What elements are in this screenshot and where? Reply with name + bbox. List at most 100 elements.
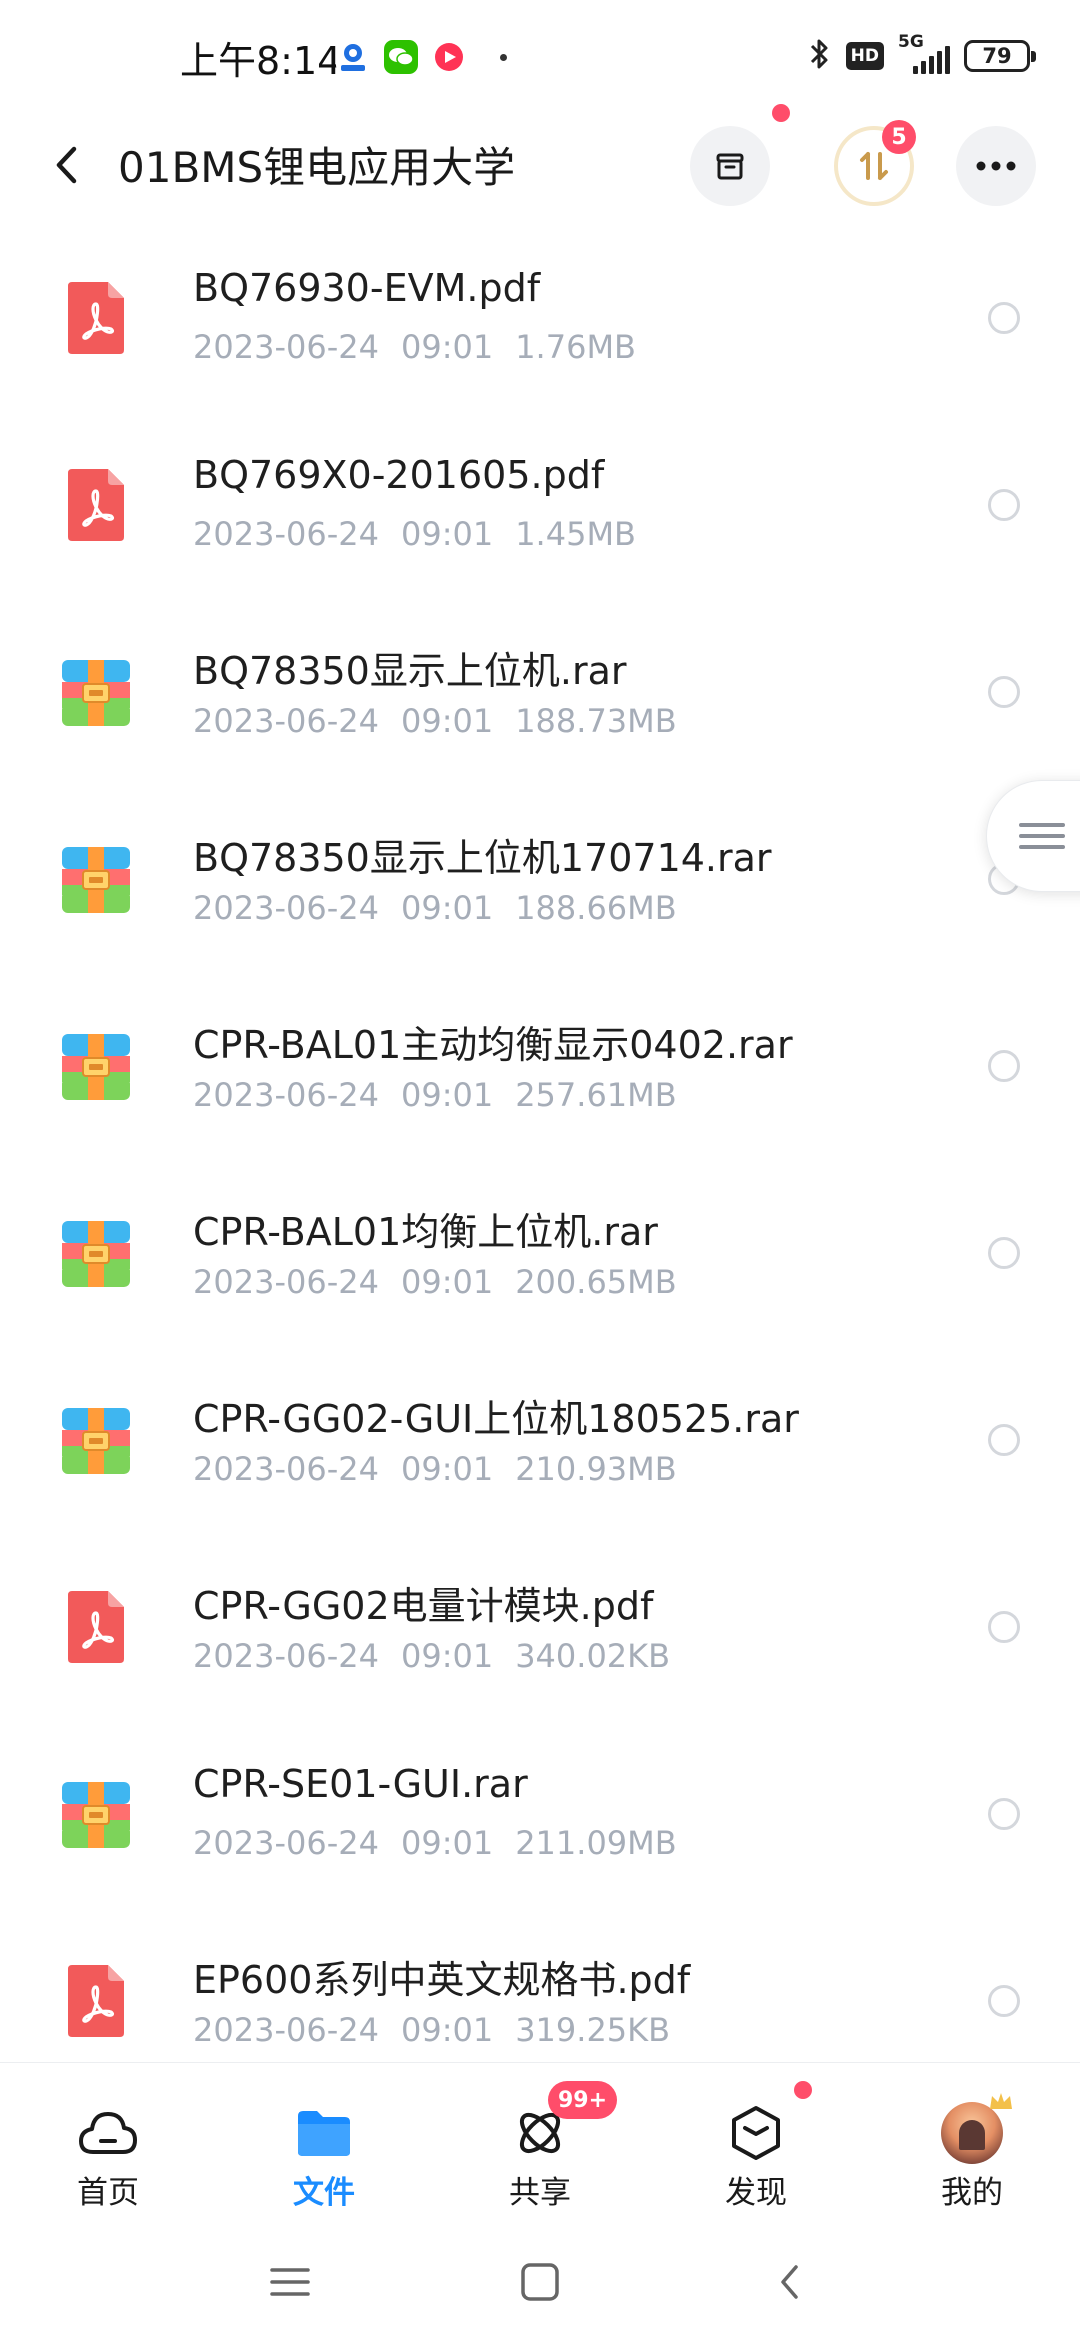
nav-item-discover[interactable]: 发现 <box>686 2063 826 2223</box>
more-button[interactable] <box>956 126 1036 206</box>
file-row[interactable]: CPR-SE01-GUI.rar 2023-06-24 09:01 211.09MB <box>0 1728 1080 1915</box>
file-row[interactable]: CPR-BAL01均衡上位机.rar 2023-06-24 09:01 200.65M… <box>0 1167 1080 1354</box>
transfer-arrows-icon <box>860 152 888 180</box>
square-home-icon <box>521 2263 559 2301</box>
file-meta: 2023-06-24 09:01 319.25KB <box>193 2011 670 2049</box>
select-radio[interactable] <box>988 1050 1020 1082</box>
share-count-badge: 99+ <box>548 2081 618 2119</box>
file-size: 319.25KB <box>515 2011 671 2049</box>
rar-archive-icon <box>62 843 130 915</box>
signal-icon: 5G <box>898 32 950 76</box>
nav-item-share[interactable]: 99+ 共享 <box>470 2063 618 2223</box>
file-size: 340.02KB <box>515 1637 671 1675</box>
discover-notification-dot <box>794 2081 812 2099</box>
file-date: 2023-06-24 <box>193 1637 379 1675</box>
file-date: 2023-06-24 <box>193 328 379 366</box>
select-radio[interactable] <box>988 1798 1020 1830</box>
file-meta: 2023-06-24 09:01 188.66MB <box>193 889 677 927</box>
nav-label-files: 文件 <box>293 2175 355 2211</box>
hd-badge: HD <box>845 42 884 70</box>
file-name: BQ76930-EVM.pdf <box>193 266 541 310</box>
system-back-button[interactable] <box>758 2250 822 2314</box>
file-size: 1.45MB <box>515 515 636 553</box>
file-date: 2023-06-24 <box>193 1824 379 1862</box>
file-name: CPR-GG02电量计模块.pdf <box>193 1584 654 1628</box>
header: 01BMS锂电应用大学 5 <box>0 104 1080 220</box>
file-time: 09:01 <box>400 1076 494 1114</box>
file-time: 09:01 <box>400 515 494 553</box>
nav-label-discover: 发现 <box>725 2175 787 2211</box>
select-radio[interactable] <box>988 676 1020 708</box>
chevron-left-icon <box>781 2265 798 2299</box>
file-name: CPR-BAL01主动均衡显示0402.rar <box>193 1023 793 1067</box>
nav-item-home[interactable]: 首页 <box>38 2063 178 2223</box>
select-radio[interactable] <box>988 1424 1020 1456</box>
file-meta: 2023-06-24 09:01 188.73MB <box>193 702 677 740</box>
file-meta: 2023-06-24 09:01 1.76MB <box>193 328 636 366</box>
file-time: 09:01 <box>400 1263 494 1301</box>
folder-icon <box>292 2101 356 2165</box>
file-name: EP600系列中英文规格书.pdf <box>193 1958 691 2002</box>
file-date: 2023-06-24 <box>193 702 379 740</box>
discover-cube-icon <box>724 2101 788 2165</box>
file-row[interactable]: BQ76930-EVM.pdf 2023-06-24 09:01 1.76MB <box>0 232 1080 419</box>
transfer-list-button[interactable]: 5 <box>834 120 916 206</box>
select-radio[interactable] <box>988 489 1020 521</box>
file-row[interactable]: BQ769X0-201605.pdf 2023-06-24 09:01 1.45MB <box>0 419 1080 606</box>
back-button[interactable] <box>40 138 94 192</box>
status-bar: 上午8:14 HD 5G 79 <box>0 0 1080 110</box>
pdf-file-icon <box>62 1965 130 2037</box>
more-notifications-dot <box>500 54 507 61</box>
file-size: 188.66MB <box>515 889 677 927</box>
archive-notification-dot <box>772 104 790 122</box>
cloud-home-icon <box>76 2101 140 2165</box>
file-time: 09:01 <box>400 328 494 366</box>
file-list: BQ76930-EVM.pdf 2023-06-24 09:01 1.76MB BQ7… <box>0 232 1080 2062</box>
file-size: 211.09MB <box>515 1824 677 1862</box>
menu-lines-icon <box>270 2268 310 2296</box>
file-meta: 2023-06-24 09:01 340.02KB <box>193 1637 670 1675</box>
file-row[interactable]: BQ78350显示上位机170714.rar 2023-06-24 09:01 188… <box>0 793 1080 980</box>
archive-box-icon <box>716 153 744 180</box>
rar-archive-icon <box>62 1030 130 1102</box>
vip-crown-icon <box>990 2093 1012 2109</box>
bluetooth-icon <box>808 36 832 76</box>
transfer-count-badge: 5 <box>882 120 916 154</box>
select-radio[interactable] <box>988 1237 1020 1269</box>
select-radio[interactable] <box>988 302 1020 334</box>
file-meta: 2023-06-24 09:01 1.45MB <box>193 515 636 553</box>
file-row[interactable]: BQ78350显示上位机.rar 2023-06-24 09:01 188.73MB <box>0 606 1080 793</box>
page-title: 01BMS锂电应用大学 <box>118 143 516 192</box>
file-row[interactable]: CPR-GG02-GUI上位机180525.rar 2023-06-24 09:01… <box>0 1354 1080 1541</box>
nav-item-files[interactable]: 文件 <box>254 2063 394 2223</box>
file-date: 2023-06-24 <box>193 515 379 553</box>
recents-button[interactable] <box>258 2250 322 2314</box>
home-button[interactable] <box>508 2250 572 2314</box>
system-nav-bar <box>0 2222 1080 2340</box>
file-time: 09:01 <box>400 702 494 740</box>
select-radio[interactable] <box>988 1611 1020 1643</box>
file-meta: 2023-06-24 09:01 211.09MB <box>193 1824 677 1862</box>
bottom-nav: 首页 文件 99+ 共享 发现 我的 <box>0 2062 1080 2222</box>
file-meta: 2023-06-24 09:01 210.93MB <box>193 1450 677 1488</box>
file-name: CPR-GG02-GUI上位机180525.rar <box>193 1397 799 1441</box>
file-size: 188.73MB <box>515 702 677 740</box>
file-size: 1.76MB <box>515 328 636 366</box>
rar-archive-icon <box>62 656 130 728</box>
select-radio[interactable] <box>988 1985 1020 2017</box>
file-name: BQ769X0-201605.pdf <box>193 453 605 497</box>
file-name: CPR-BAL01均衡上位机.rar <box>193 1210 658 1254</box>
file-row[interactable]: CPR-BAL01主动均衡显示0402.rar 2023-06-24 09:01 25… <box>0 980 1080 1167</box>
hamburger-icon <box>1019 816 1065 856</box>
file-meta: 2023-06-24 09:01 200.65MB <box>193 1263 677 1301</box>
file-time: 09:01 <box>400 889 494 927</box>
archive-button[interactable] <box>690 126 770 206</box>
file-date: 2023-06-24 <box>193 889 379 927</box>
rar-archive-icon <box>62 1217 130 1289</box>
pdf-file-icon <box>62 1591 130 1663</box>
battery-icon: 79 <box>964 40 1036 72</box>
nav-item-profile[interactable]: 我的 <box>902 2063 1042 2223</box>
nav-label-home: 首页 <box>77 2175 139 2211</box>
file-row[interactable]: EP600系列中英文规格书.pdf 2023-06-24 09:01 319.25KB <box>0 1915 1080 2062</box>
file-row[interactable]: CPR-GG02电量计模块.pdf 2023-06-24 09:01 340.02KB <box>0 1541 1080 1728</box>
